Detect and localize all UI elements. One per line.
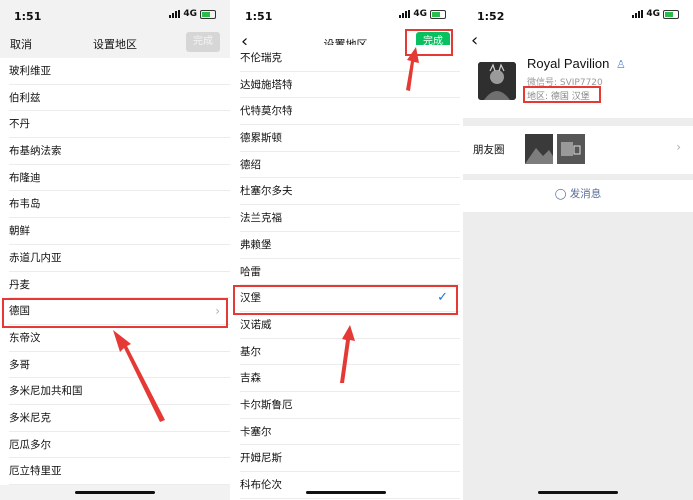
annotation-arrows xyxy=(113,47,419,422)
arrow-annotation xyxy=(113,330,165,422)
arrow-annotation xyxy=(406,47,419,91)
arrow-annotation xyxy=(340,325,355,383)
